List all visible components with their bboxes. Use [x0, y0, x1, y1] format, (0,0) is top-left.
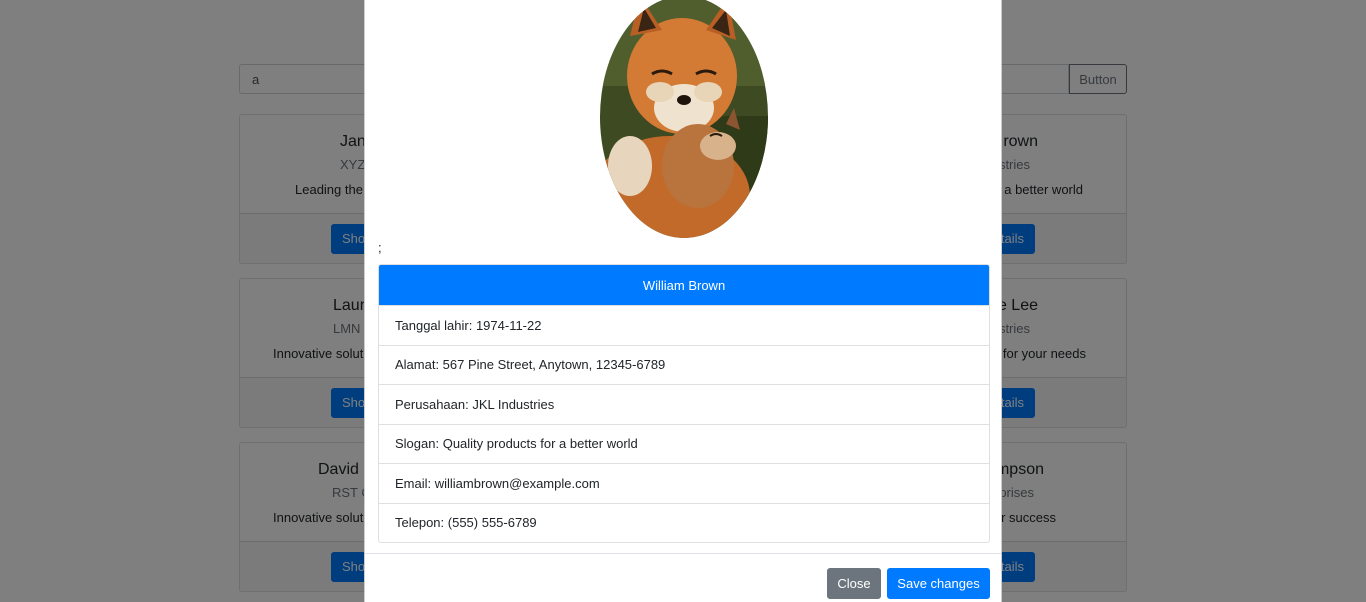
contact-detail-modal: ; William Brown Tanggal lahir: 1974-11-2… — [364, 0, 1002, 602]
modal-footer: Close Save changes — [365, 553, 1001, 602]
company-item: Perusahaan: JKL Industries — [379, 384, 989, 424]
email-item: Email: williambrown@example.com — [379, 463, 989, 503]
phone-item: Telepon: (555) 555-6789 — [379, 502, 989, 543]
detail-list: William Brown Tanggal lahir: 1974-11-22 … — [378, 264, 990, 543]
fox-photo-icon — [600, 0, 768, 238]
slogan-item: Slogan: Quality products for a better wo… — [379, 423, 989, 464]
birthdate-item: Tanggal lahir: 1974-11-22 — [379, 305, 989, 345]
save-changes-button[interactable]: Save changes — [887, 568, 990, 599]
stray-text: ; — [378, 240, 382, 255]
close-button[interactable]: Close — [827, 568, 881, 599]
address-item: Alamat: 567 Pine Street, Anytown, 12345-… — [379, 344, 989, 385]
contact-name-header: William Brown — [379, 265, 989, 305]
